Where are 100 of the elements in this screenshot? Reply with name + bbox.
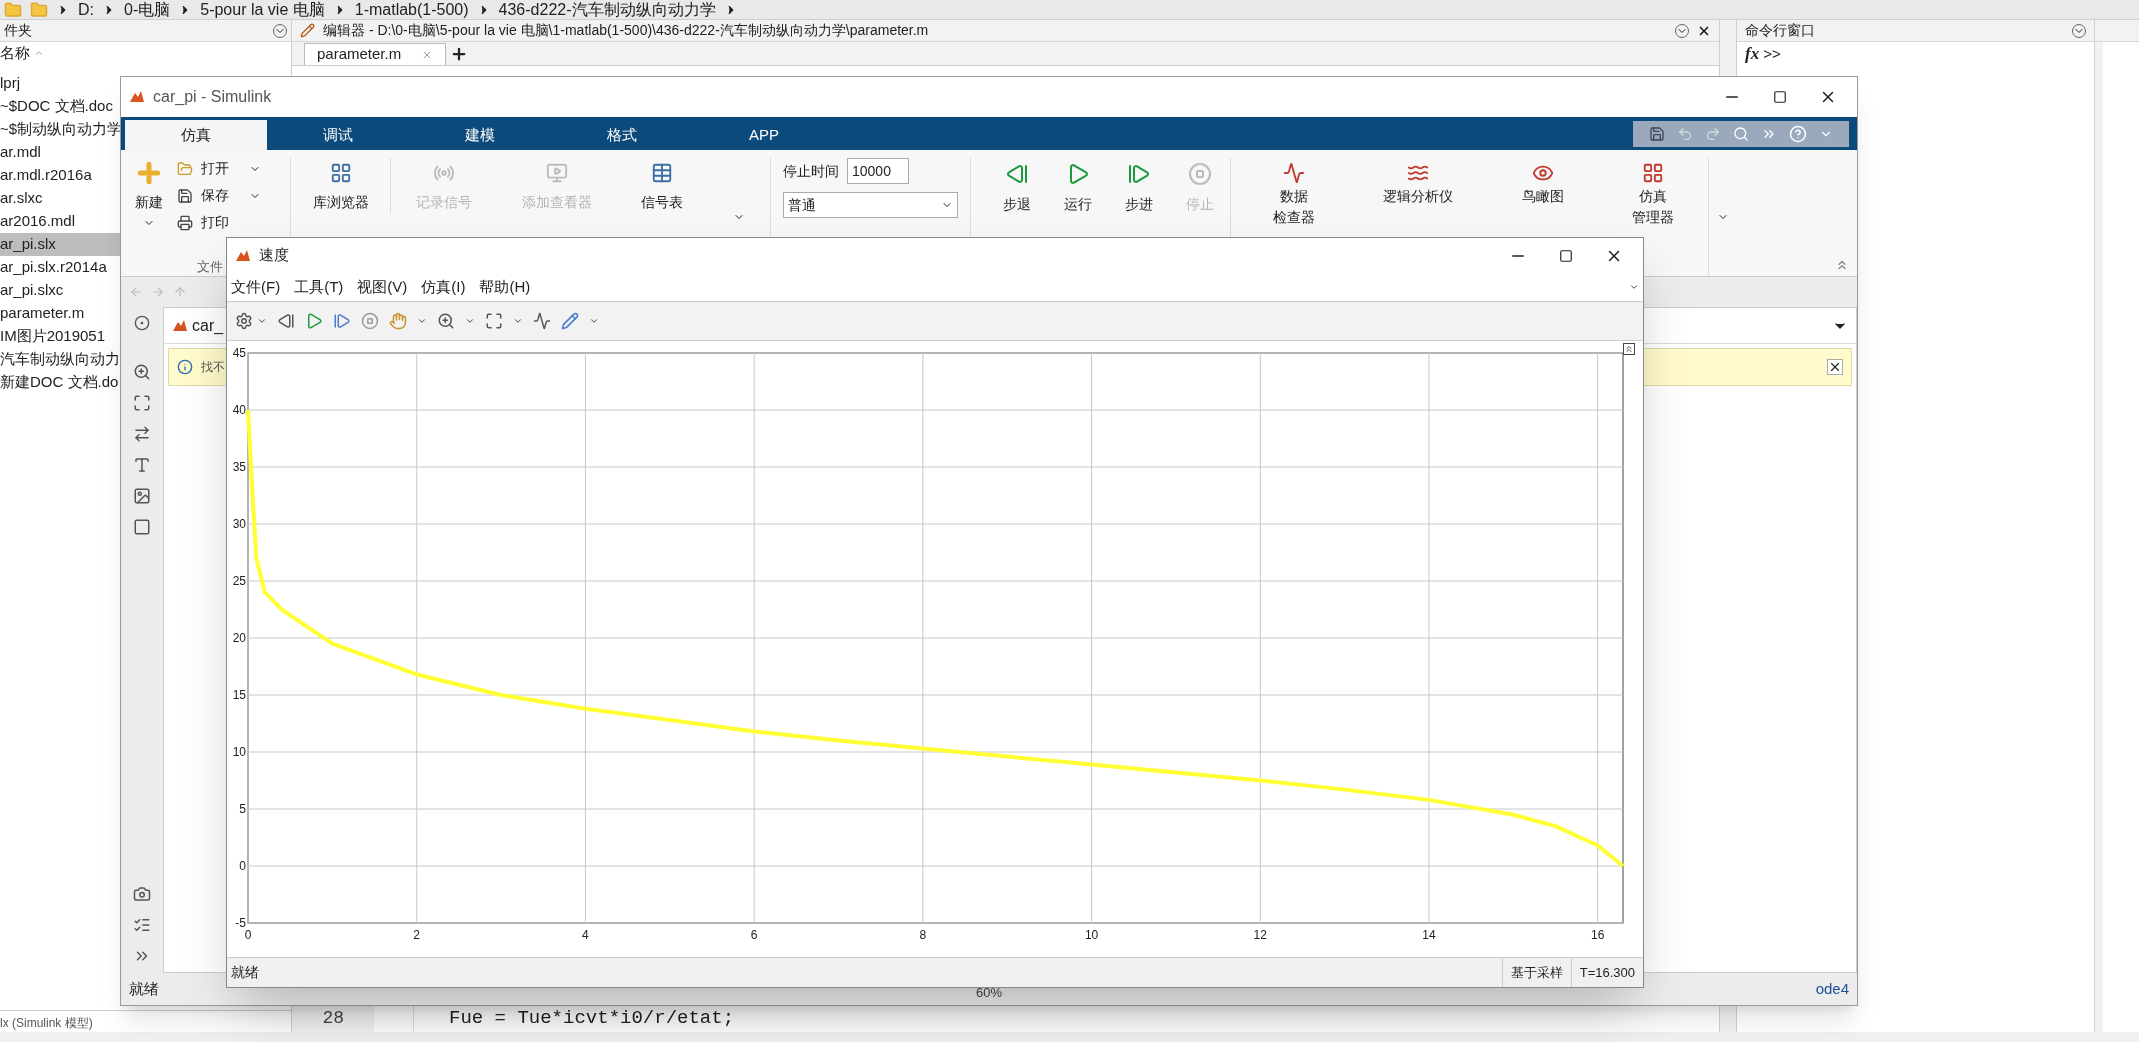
y-tick-label: 15: [232, 688, 246, 702]
path-segment[interactable]: 5-pour la vie 电脑: [200, 0, 325, 22]
x-tick-label: 2: [413, 928, 421, 942]
ribbon-tab[interactable]: APP: [693, 120, 835, 150]
simulation-button[interactable]: 步进: [1124, 158, 1153, 215]
maximize-icon[interactable]: [1559, 248, 1573, 263]
x-tick-label: 0: [244, 928, 252, 942]
stop-time-field[interactable]: 10000: [847, 158, 909, 184]
y-tick-label: 5: [239, 802, 246, 816]
mode-dropdown[interactable]: 普通: [783, 192, 958, 218]
menu-item[interactable]: 视图(V): [357, 275, 408, 299]
zoom-in-icon[interactable]: [133, 363, 151, 381]
camera-icon[interactable]: [133, 885, 151, 903]
y-tick-label: 30: [232, 517, 246, 531]
path-segment[interactable]: 0-电脑: [124, 0, 171, 22]
path-segment[interactable]: 1-matlab(1-500): [354, 0, 469, 22]
review-button[interactable]: 仿真 管理器: [1631, 158, 1674, 226]
window-title: car_pi - Simulink: [153, 87, 273, 107]
code-line: Fue = Tue*icvt*i0/r/etat;: [448, 1005, 735, 1031]
column-header[interactable]: 名称: [0, 41, 30, 65]
monitor-icon: [545, 162, 568, 184]
ribbon-tab[interactable]: 建模: [409, 120, 551, 150]
y-tick-label: 10: [232, 745, 246, 759]
arrows-icon[interactable]: [133, 425, 151, 443]
ribbon-tab[interactable]: 调试: [267, 120, 409, 150]
folder-icon: [177, 160, 193, 177]
file-item[interactable]: ar.mdl: [0, 141, 41, 164]
zoom-in-icon[interactable]: [437, 312, 455, 330]
model-tab[interactable]: car_: [168, 313, 228, 338]
editor-title: 编辑器 - D:\0-电脑\5-pour la vie 电脑\1-matlab(1-500)\436-d222-汽车制动纵向动力学\parameter.m: [323, 21, 930, 40]
x-tick-label: 12: [1253, 928, 1267, 942]
collapse-icon[interactable]: [1835, 258, 1849, 272]
review-button[interactable]: 鸟瞰图: [1521, 158, 1564, 205]
library-browser-button[interactable]: 库浏览器: [291, 158, 391, 213]
text-icon[interactable]: [133, 456, 151, 474]
file-item[interactable]: ar2016.mdl: [0, 210, 76, 233]
file-item[interactable]: ar.mdl.r2016a: [0, 164, 92, 187]
fit-view-icon[interactable]: [485, 312, 503, 330]
menu-item[interactable]: 工具(T): [294, 275, 344, 299]
path-segment[interactable]: 436-d222-汽车制动纵向动力学: [498, 0, 716, 22]
path-segment[interactable]: D:: [78, 0, 94, 22]
settings-icon[interactable]: [235, 312, 253, 330]
y-tick-label: 25: [232, 574, 246, 588]
review-button[interactable]: 数据 检查器: [1273, 158, 1316, 226]
stop-icon: [1187, 162, 1212, 186]
step-forward-icon: [1126, 162, 1151, 186]
window-title: 速度: [259, 245, 290, 266]
editor-tab[interactable]: parameter.m: [304, 43, 447, 65]
toolbar-toggle-icon[interactable]: [1629, 282, 1639, 292]
ribbon-tab[interactable]: 格式: [551, 120, 693, 150]
file-item[interactable]: 汽车制动纵向动力: [0, 348, 120, 371]
menu-item[interactable]: 文件(F): [231, 275, 281, 299]
command-prompt[interactable]: >>: [1763, 42, 1781, 66]
grid-icon: [329, 162, 352, 184]
file-item[interactable]: IM图片2019051: [0, 325, 106, 348]
save-icon[interactable]: [1649, 126, 1665, 142]
close-icon[interactable]: [1827, 359, 1843, 375]
info-icon: [177, 359, 193, 375]
edit-icon[interactable]: [561, 312, 579, 330]
new-button[interactable]: 新建: [129, 158, 169, 257]
file-item[interactable]: lprj: [0, 72, 20, 95]
file-item[interactable]: ar.slxc: [0, 187, 43, 210]
function-label: fx: [1745, 43, 1760, 66]
search-icon[interactable]: [1733, 126, 1749, 142]
fit-view-icon[interactable]: [133, 394, 151, 412]
file-item[interactable]: ar_pi.slx.r2014a: [0, 256, 107, 279]
status-text: 就绪: [230, 963, 259, 982]
menu-item[interactable]: 帮助(H): [479, 275, 531, 299]
stop-time-label: 停止时间: [783, 161, 839, 181]
play-icon[interactable]: [305, 312, 323, 330]
undock-icon[interactable]: [1623, 343, 1635, 355]
sort-icon: [34, 48, 44, 58]
y-tick-label: 40: [232, 403, 246, 417]
simulink-logo-icon: [129, 89, 145, 105]
maximize-icon[interactable]: [1773, 90, 1787, 104]
sample-mode: 基于采样: [1501, 958, 1571, 987]
help-icon[interactable]: [1789, 125, 1807, 143]
signal-button[interactable]: 信号表: [641, 158, 684, 213]
stop-icon[interactable]: [361, 312, 379, 330]
x-tick-label: 10: [1084, 928, 1099, 942]
step-forward-icon[interactable]: [333, 312, 351, 330]
menu-item[interactable]: 仿真(I): [421, 275, 466, 299]
print-button[interactable]: 打印: [177, 212, 261, 233]
file-item[interactable]: 新建DOC 文档.do: [0, 371, 119, 394]
simulation-button[interactable]: 运行: [1064, 158, 1093, 215]
simulation-button[interactable]: 步退: [1003, 158, 1032, 215]
file-item[interactable]: parameter.m: [0, 302, 85, 325]
save-button[interactable]: 保存: [177, 185, 261, 206]
file-item[interactable]: ~$DOC 文档.doc: [0, 95, 113, 118]
y-tick-label: 20: [232, 631, 246, 645]
image-icon[interactable]: [133, 487, 151, 505]
review-button[interactable]: 逻辑分析仪: [1383, 158, 1454, 205]
step-back-icon: [1005, 162, 1030, 186]
y-tick-label: 0: [239, 859, 246, 873]
file-item[interactable]: ar_pi.slxc: [0, 279, 64, 302]
open-button[interactable]: 打开: [177, 158, 261, 179]
step-back-icon[interactable]: [277, 312, 295, 330]
ribbon-tab[interactable]: 仿真: [125, 120, 267, 150]
solver-name: ode4: [1814, 978, 1849, 999]
y-tick-label: 45: [232, 346, 246, 360]
